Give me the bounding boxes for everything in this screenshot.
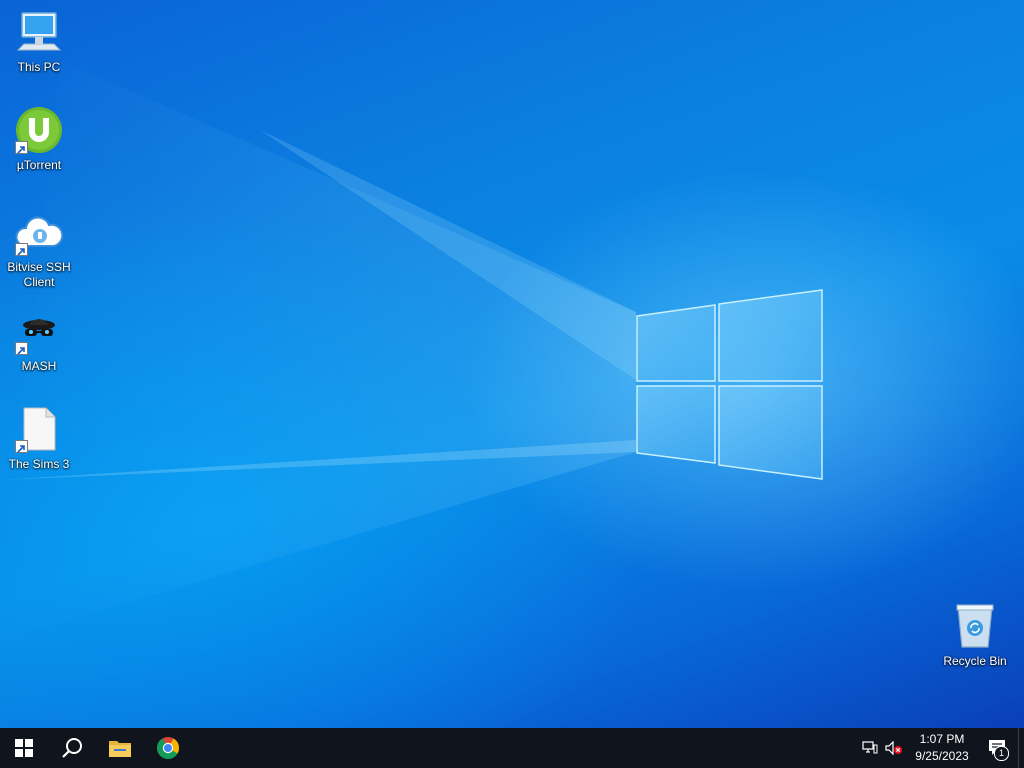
desktop-icon-this-pc[interactable]: This PC <box>2 8 76 75</box>
shortcut-arrow-icon <box>15 342 28 355</box>
desktop-wallpaper: This PC µTorrent Bitvise SSH Client MASH… <box>0 0 1024 728</box>
network-icon <box>862 741 878 754</box>
windows-wallpaper-logo <box>0 60 823 640</box>
taskbar-clock[interactable]: 1:07 PM 9/25/2023 <box>906 728 978 768</box>
file-explorer-button[interactable] <box>96 728 144 768</box>
volume-muted-icon <box>885 741 902 755</box>
show-desktop-button[interactable] <box>1018 728 1024 768</box>
clock-time: 1:07 PM <box>919 732 965 746</box>
system-tray: 1:07 PM 9/25/2023 1 <box>858 728 1024 768</box>
folder-icon <box>109 741 131 757</box>
search-icon <box>62 738 82 758</box>
desktop-icon-bitvise-ssh-client[interactable]: Bitvise SSH Client <box>2 208 76 290</box>
shortcut-arrow-icon <box>15 440 28 453</box>
blank-file-icon <box>15 405 63 453</box>
desktop-icon-label: Recycle Bin <box>943 654 1007 668</box>
utorrent-icon <box>15 106 63 154</box>
bitvise-cloud-icon <box>15 208 63 256</box>
recycle-bin-icon <box>951 602 999 650</box>
volume-tray-button[interactable] <box>882 728 906 768</box>
taskbar: 1:07 PM 9/25/2023 1 <box>0 728 1024 768</box>
action-center-button[interactable]: 1 <box>978 728 1018 768</box>
desktop-icon-utorrent[interactable]: µTorrent <box>2 106 76 173</box>
start-button[interactable] <box>0 728 48 768</box>
mash-spy-icon <box>15 307 63 355</box>
desktop-icon-label: MASH <box>21 359 57 373</box>
shortcut-arrow-icon <box>15 243 28 256</box>
desktop-icon-mash[interactable]: MASH <box>2 307 76 374</box>
desktop-icon-label: This PC <box>17 60 61 74</box>
notification-count-badge: 1 <box>994 746 1009 761</box>
chrome-button[interactable] <box>144 728 192 768</box>
clock-date: 9/25/2023 <box>915 749 969 763</box>
chrome-icon <box>157 737 179 759</box>
desktop-icon-the-sims-3[interactable]: The Sims 3 <box>2 405 76 472</box>
shortcut-arrow-icon <box>15 141 28 154</box>
network-tray-button[interactable] <box>858 728 882 768</box>
desktop-icon-recycle-bin[interactable]: Recycle Bin <box>938 602 1012 669</box>
desktop-icon-label: The Sims 3 <box>8 457 70 471</box>
windows-logo-icon <box>15 739 33 757</box>
computer-icon <box>15 8 63 56</box>
search-button[interactable] <box>48 728 96 768</box>
desktop-icon-label: µTorrent <box>16 158 62 172</box>
desktop-icon-label: Bitvise SSH Client <box>7 260 71 289</box>
